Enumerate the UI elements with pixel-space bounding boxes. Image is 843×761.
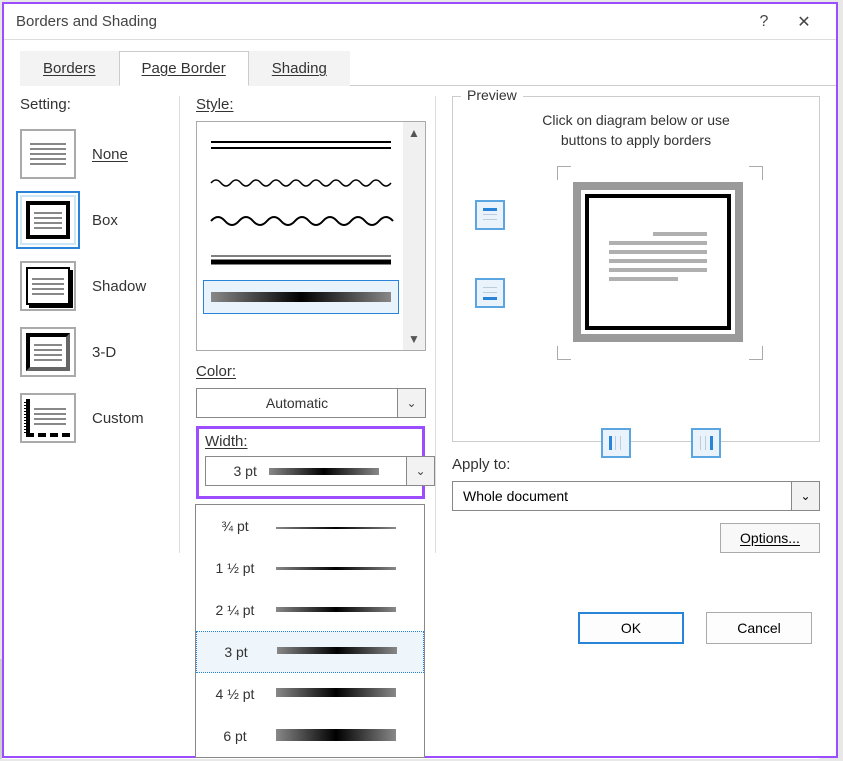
close-button[interactable]: ✕ bbox=[784, 12, 824, 32]
chevron-down-icon[interactable]: ⌄ bbox=[406, 457, 434, 485]
apply-to-combo[interactable]: Whole document ⌄ bbox=[452, 481, 820, 511]
chevron-down-icon[interactable]: ⌄ bbox=[397, 389, 425, 417]
setting-3d-label: 3-D bbox=[92, 344, 116, 361]
setting-box[interactable] bbox=[20, 195, 76, 245]
width-group-highlight: Width: 3 pt ⌄ bbox=[196, 426, 425, 499]
preview-corner-marker bbox=[749, 166, 763, 180]
setting-box-label: Box bbox=[92, 212, 118, 229]
preview-legend: Preview bbox=[461, 87, 523, 103]
width-option[interactable]: 6 pt bbox=[196, 715, 424, 757]
apply-to-value: Whole document bbox=[453, 488, 791, 504]
style-option-wave-large[interactable] bbox=[203, 204, 399, 238]
setting-none-label: None bbox=[92, 146, 128, 163]
width-option[interactable]: 2 ¼ pt bbox=[196, 589, 424, 631]
border-right-button[interactable] bbox=[691, 428, 721, 458]
help-button[interactable]: ? bbox=[744, 13, 784, 31]
style-option-wave-small[interactable] bbox=[203, 166, 399, 200]
color-value: Automatic bbox=[197, 395, 397, 411]
preview-corner-marker bbox=[749, 346, 763, 360]
setting-custom[interactable] bbox=[20, 393, 76, 443]
preview-diagram[interactable] bbox=[573, 182, 743, 342]
setting-shadow-label: Shadow bbox=[92, 278, 146, 295]
scroll-down-icon[interactable]: ▼ bbox=[408, 332, 420, 346]
dialog-title: Borders and Shading bbox=[16, 13, 157, 30]
width-option-selected[interactable]: 3 pt bbox=[196, 631, 424, 673]
border-left-button[interactable] bbox=[601, 428, 631, 458]
chevron-down-icon[interactable]: ⌄ bbox=[791, 482, 819, 510]
color-label: Color: bbox=[196, 363, 425, 380]
setting-none[interactable] bbox=[20, 129, 76, 179]
preview-corner-marker bbox=[557, 166, 571, 180]
border-bottom-button[interactable] bbox=[475, 278, 505, 308]
tab-shading[interactable]: Shading bbox=[249, 51, 350, 86]
width-label: Width: bbox=[205, 433, 416, 450]
width-combo[interactable]: 3 pt ⌄ bbox=[205, 456, 435, 486]
options-button[interactable]: Options... bbox=[720, 523, 820, 553]
style-scrollbar[interactable]: ▲ ▼ bbox=[403, 122, 425, 350]
preview-hint: Click on diagram below or usebuttons to … bbox=[463, 111, 809, 150]
cancel-button[interactable]: Cancel bbox=[706, 612, 812, 644]
tab-borders[interactable]: Borders bbox=[20, 51, 119, 86]
setting-label: Setting: bbox=[20, 96, 171, 113]
style-listbox[interactable]: ▲ ▼ bbox=[196, 121, 426, 351]
style-option-thick[interactable] bbox=[203, 242, 399, 276]
setting-custom-label: Custom bbox=[92, 410, 144, 427]
width-dropdown[interactable]: ¾ pt 1 ½ pt 2 ¼ pt 3 pt 4 ½ pt 6 pt bbox=[195, 504, 425, 758]
setting-shadow[interactable] bbox=[20, 261, 76, 311]
border-top-button[interactable] bbox=[475, 200, 505, 230]
tab-strip: Borders Page Border Shading bbox=[20, 50, 836, 86]
width-option[interactable]: 4 ½ pt bbox=[196, 673, 424, 715]
ok-button[interactable]: OK bbox=[578, 612, 684, 644]
title-bar: Borders and Shading ? ✕ bbox=[4, 4, 836, 40]
style-option-gradient[interactable] bbox=[203, 280, 399, 314]
style-option-double[interactable] bbox=[203, 128, 399, 162]
tab-page-border[interactable]: Page Border bbox=[119, 51, 249, 86]
width-value: 3 pt bbox=[206, 463, 406, 479]
apply-to-label: Apply to: bbox=[452, 456, 820, 473]
setting-3d[interactable] bbox=[20, 327, 76, 377]
style-label: Style: bbox=[196, 96, 425, 113]
width-option[interactable]: ¾ pt bbox=[196, 505, 424, 547]
width-option[interactable]: 1 ½ pt bbox=[196, 547, 424, 589]
scroll-up-icon[interactable]: ▲ bbox=[408, 126, 420, 140]
color-combo[interactable]: Automatic ⌄ bbox=[196, 388, 426, 418]
preview-fieldset: Preview Click on diagram below or usebut… bbox=[452, 96, 820, 442]
preview-corner-marker bbox=[557, 346, 571, 360]
